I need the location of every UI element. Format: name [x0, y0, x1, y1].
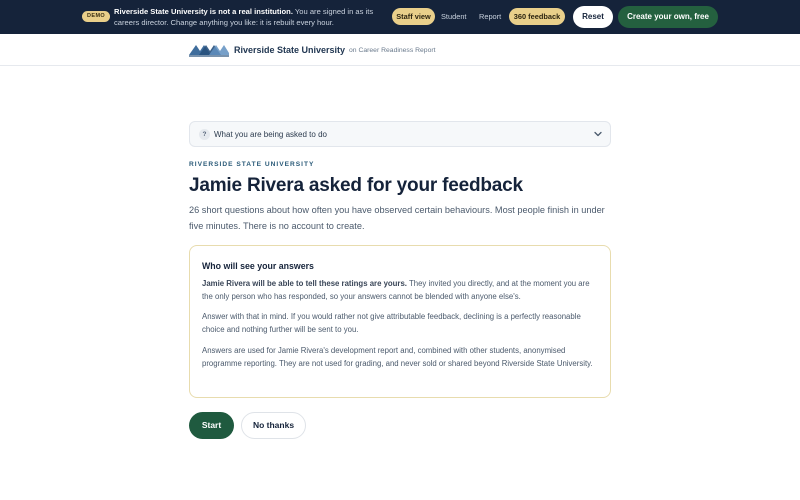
privacy-card: Who will see your answers Jamie Rivera w… — [189, 245, 611, 398]
demo-notice-bold: Riverside State University is not a real… — [114, 7, 293, 16]
demo-notice: Riverside State University is not a real… — [114, 6, 384, 28]
demo-badge: DEMO — [82, 11, 111, 22]
no-thanks-button[interactable]: No thanks — [241, 412, 306, 439]
card-paragraph-usage: Answers are used for Jamie Rivera's deve… — [202, 346, 593, 368]
report-link[interactable]: Report — [479, 8, 501, 25]
university-logo — [189, 41, 229, 59]
intro-text: 26 short questions about how often you h… — [189, 205, 605, 231]
card-paragraph-bold: Jamie Rivera will be able to tell these … — [202, 279, 407, 288]
university-name[interactable]: Riverside State University — [234, 44, 345, 56]
question-icon: ? — [199, 129, 210, 140]
what-you-are-asked-accordion[interactable]: ? What you are being asked to do — [189, 121, 611, 147]
create-your-own-button[interactable]: Create your own, free — [618, 6, 718, 28]
header-context: on Career Readiness Report — [349, 47, 436, 54]
card-title: Who will see your answers — [202, 261, 314, 271]
student-link[interactable]: Student — [441, 8, 466, 25]
accordion-label: What you are being asked to do — [214, 130, 327, 139]
page-title: Jamie Rivera asked for your feedback — [189, 175, 523, 196]
start-button[interactable]: Start — [189, 412, 234, 439]
eyebrow-university: RIVERSIDE STATE UNIVERSITY — [189, 161, 315, 168]
demo-banner: DEMO Riverside State University is not a… — [0, 0, 800, 34]
chevron-down-icon — [594, 131, 602, 137]
card-paragraph-identifiable: Jamie Rivera will be able to tell these … — [202, 277, 598, 303]
reset-button[interactable]: Reset — [573, 6, 613, 28]
360-feedback-button[interactable]: 360 feedback — [509, 8, 565, 25]
card-paragraph-answer: Answer with that in mind. If you would r… — [202, 312, 581, 334]
staff-view-button[interactable]: Staff view — [392, 8, 435, 25]
site-header: Riverside State University on Career Rea… — [0, 34, 800, 66]
